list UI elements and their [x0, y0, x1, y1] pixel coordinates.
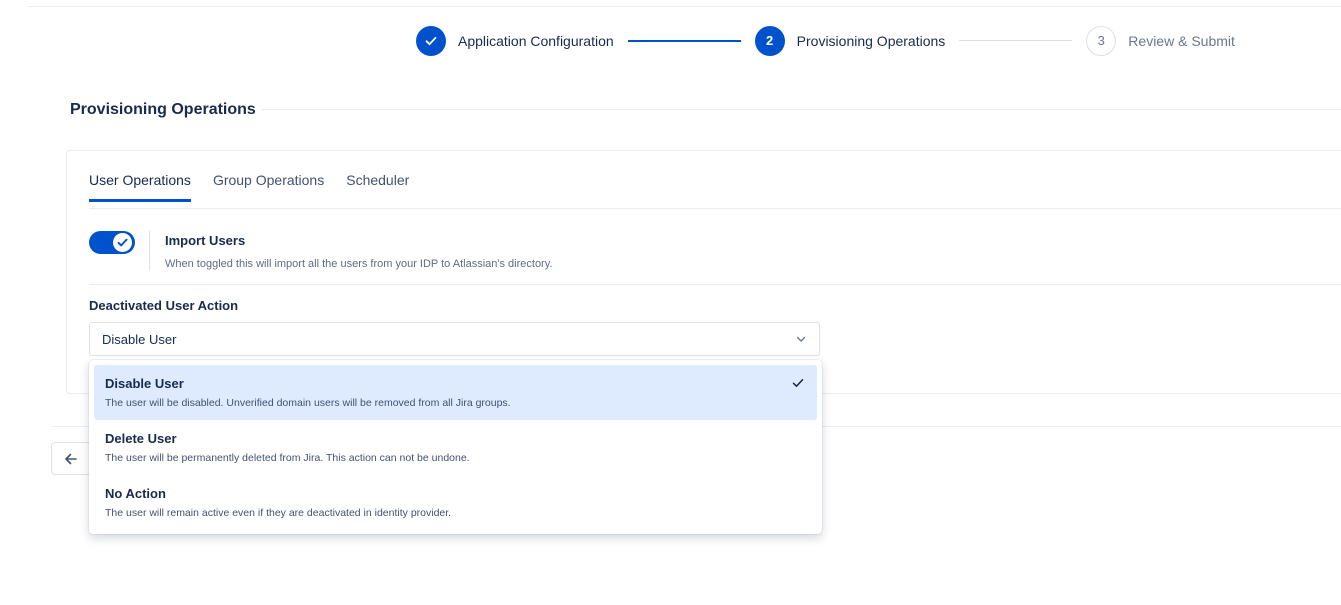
step-review-submit[interactable]: 3 Review & Submit	[1086, 25, 1235, 56]
step-application-configuration[interactable]: Application Configuration	[416, 25, 614, 56]
import-users-toggle[interactable]	[89, 231, 135, 254]
option-description: The user will be permanently deleted fro…	[105, 452, 470, 464]
section-divider	[262, 109, 1341, 110]
field-divider	[89, 284, 1341, 285]
step-provisioning-operations[interactable]: 2 Provisioning Operations	[754, 25, 946, 56]
progress-stepper: Application Configuration 2 Provisioning…	[416, 25, 1235, 56]
toggle-knob	[113, 233, 132, 252]
section-title: Provisioning Operations	[70, 101, 256, 118]
deactivated-action-menu: Disable User The user will be disabled. …	[89, 360, 822, 534]
top-divider	[28, 6, 1341, 7]
step-connector	[959, 40, 1073, 41]
step-label: Application Configuration	[458, 32, 614, 49]
arrow-left-icon	[65, 453, 77, 464]
select-value: Disable User	[102, 331, 177, 347]
import-users-title: Import Users	[165, 233, 246, 248]
step-complete-indicator	[416, 25, 446, 56]
option-description: The user will remain active even if they…	[105, 507, 452, 519]
operations-tabs: User Operations Group Operations Schedul…	[89, 172, 431, 202]
option-disable-user[interactable]: Disable User The user will be disabled. …	[94, 365, 817, 420]
option-delete-user[interactable]: Delete User The user will be permanently…	[94, 420, 817, 475]
option-title: Delete User	[105, 431, 177, 446]
tab-user-operations[interactable]: User Operations	[89, 172, 191, 202]
deactivated-action-select[interactable]: Disable User	[89, 322, 820, 356]
step-number: 3	[1086, 25, 1117, 56]
chevron-down-icon	[796, 336, 806, 342]
tab-group-operations[interactable]: Group Operations	[213, 172, 324, 202]
check-icon	[425, 36, 437, 45]
tabs-divider	[89, 208, 1341, 209]
option-description: The user will be disabled. Unverified do…	[105, 397, 511, 409]
tab-scheduler[interactable]: Scheduler	[346, 172, 409, 202]
option-title: No Action	[105, 486, 166, 501]
step-connector	[627, 39, 741, 42]
back-button[interactable]	[51, 442, 91, 475]
step-label: Provisioning Operations	[796, 32, 946, 49]
step-number: 2	[754, 25, 785, 56]
option-no-action[interactable]: No Action The user will remain active ev…	[94, 475, 817, 530]
deactivated-action-label: Deactivated User Action	[89, 298, 239, 313]
check-icon	[792, 379, 804, 387]
import-users-description: When toggled this will import all the us…	[165, 258, 553, 270]
step-label: Review & Submit	[1128, 32, 1235, 49]
option-title: Disable User	[105, 376, 184, 391]
toggle-separator	[149, 231, 150, 271]
check-icon	[117, 238, 128, 247]
